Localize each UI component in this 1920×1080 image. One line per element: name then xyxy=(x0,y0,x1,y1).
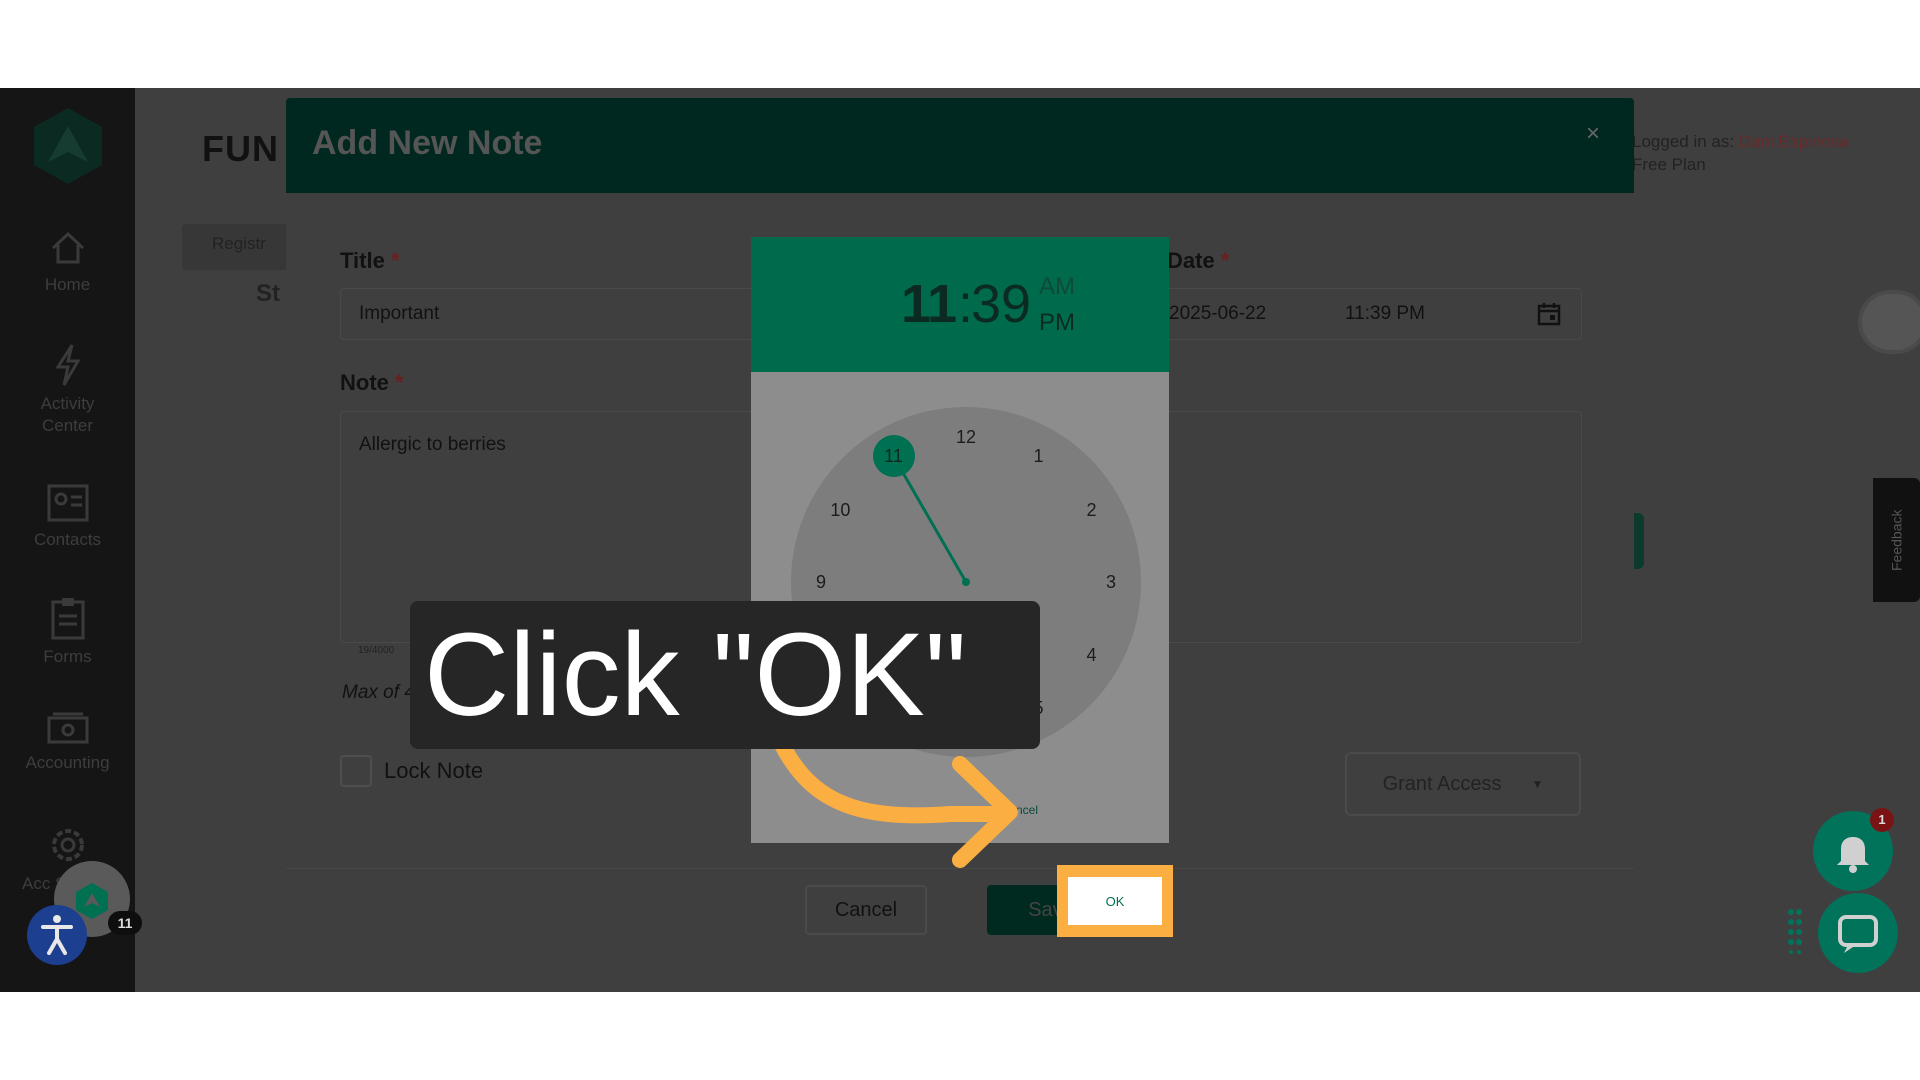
ok-button[interactable]: OK xyxy=(1068,877,1162,925)
notification-count-badge: 1 xyxy=(1870,808,1894,832)
app-count-badge: 11 xyxy=(108,911,142,935)
accessibility-icon xyxy=(41,915,73,955)
annotation-arrow xyxy=(752,680,1018,868)
accessibility-button[interactable] xyxy=(27,905,87,965)
chat-button[interactable] xyxy=(1818,893,1898,973)
grip-dots-icon[interactable] xyxy=(1787,908,1803,954)
instruction-callout: Click "OK" xyxy=(410,601,1040,749)
chat-icon xyxy=(1838,915,1878,953)
app-frame: FUN Registr St Logged in as: Dani Espino… xyxy=(0,88,1920,992)
